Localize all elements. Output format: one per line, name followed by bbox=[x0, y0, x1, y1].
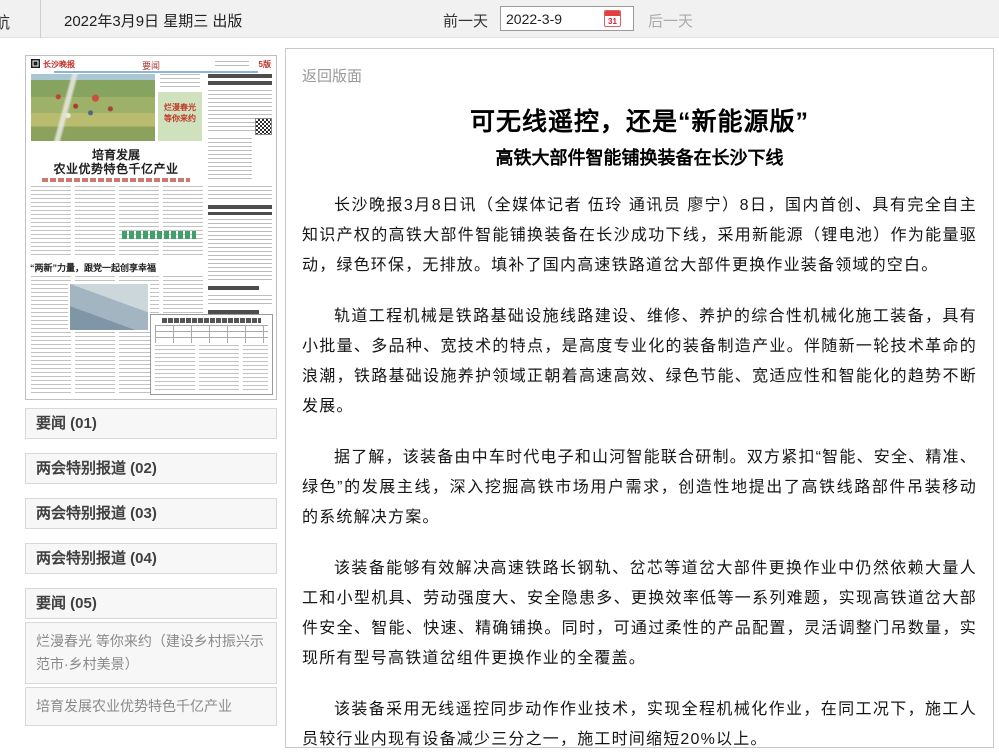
section-list: 要闻 (01) 两会特别报道 (02) 两会特别报道 (03) 两会特别报道 (04)… bbox=[25, 408, 277, 726]
notice-text bbox=[155, 345, 268, 393]
sidebar: 长沙晚报 要闻 5版 烂漫春光 等你来约 培育发展 bbox=[25, 55, 277, 726]
masthead-rule bbox=[54, 71, 258, 73]
top-toolbar: 航 2022年3月9日 星期三 出版 前一天 后一天 bbox=[0, 0, 999, 38]
previous-day-button[interactable]: 前一天 bbox=[443, 10, 488, 31]
article-body: 长沙晚报3月8日讯（全媒体记者 伍玲 通讯员 廖宁）8日，国内首创、具有完全自主… bbox=[302, 191, 977, 755]
body-columns-1 bbox=[31, 186, 204, 256]
promo-intro-text bbox=[160, 74, 200, 90]
front-page-thumbnail[interactable]: 长沙晚报 要闻 5版 烂漫春光 等你来约 培育发展 bbox=[25, 55, 277, 400]
green-series-label bbox=[122, 231, 196, 239]
right-headline-1 bbox=[208, 74, 272, 85]
headline-line-2: 农业优势特色千亿产业 bbox=[28, 162, 204, 176]
masthead-date-text bbox=[215, 61, 249, 68]
sidebar-article-link-2[interactable]: 培育发展农业优势特色千亿产业 bbox=[25, 687, 277, 726]
date-picker[interactable] bbox=[500, 6, 634, 31]
sidebar-section-2[interactable]: 两会特别报道 (02) bbox=[25, 453, 277, 484]
article-paragraph-5: 该装备采用无线遥控同步动作作业技术，实现全程机械化作业，在同工况下，施工人员较行… bbox=[302, 695, 977, 755]
promo-line-1: 烂漫春光 bbox=[158, 102, 202, 113]
promo-column: 烂漫春光 等你来约 bbox=[158, 74, 202, 141]
land-notice-box bbox=[150, 314, 273, 395]
right-text-3 bbox=[208, 186, 272, 202]
right-text-2 bbox=[208, 138, 252, 182]
headline-red-subtitle bbox=[42, 178, 190, 182]
right-headline-2 bbox=[208, 286, 259, 291]
qr-code bbox=[255, 118, 272, 135]
promo-banner: 烂漫春光 等你来约 bbox=[158, 92, 202, 141]
article-title: 可无线遥控，还是“新能源版” bbox=[302, 102, 977, 138]
right-text-5 bbox=[208, 295, 272, 307]
notice-title bbox=[162, 318, 261, 323]
right-headline-remote-control bbox=[208, 205, 272, 215]
thumbnail-second-headline: “两新”力量，跟党一起创享幸福 bbox=[30, 261, 160, 274]
article-panel: 返回版面 可无线遥控，还是“新能源版” 高铁大部件智能铺换装备在长沙下线 长沙晚… bbox=[285, 48, 994, 748]
publication-date-label: 2022年3月9日 星期三 出版 bbox=[64, 10, 242, 31]
sidebar-section-1[interactable]: 要闻 (01) bbox=[25, 408, 277, 439]
article-paragraph-1: 长沙晚报3月8日讯（全媒体记者 伍玲 通讯员 廖宁）8日，国内首创、具有完全自主… bbox=[302, 191, 977, 281]
worker-photo bbox=[68, 282, 150, 332]
article-paragraph-3: 据了解，该装备由中车时代电子和山河智能联合研制。双方紧扣“智能、安全、精准、绿色… bbox=[302, 443, 977, 533]
toolbar-divider bbox=[40, 0, 41, 38]
back-to-page-link[interactable]: 返回版面 bbox=[302, 65, 362, 86]
right-text-4 bbox=[208, 219, 272, 281]
article-subtitle: 高铁大部件智能铺换装备在长沙下线 bbox=[302, 144, 977, 170]
thumbnail-main-headline: 培育发展 农业优势特色千亿产业 bbox=[28, 148, 204, 176]
thumbnail-masthead: 长沙晚报 要闻 5版 bbox=[31, 59, 271, 70]
sidebar-article-link-1[interactable]: 烂漫春光 等你来约（建设乡村振兴示范市·乡村美景） bbox=[25, 622, 277, 684]
sidebar-section-3[interactable]: 两会特别报道 (03) bbox=[25, 498, 277, 529]
headline-line-1: 培育发展 bbox=[28, 148, 204, 162]
sidebar-section-4[interactable]: 两会特别报道 (04) bbox=[25, 543, 277, 574]
page-number-label: 5版 bbox=[259, 59, 271, 70]
sidebar-section-5[interactable]: 要闻 (05) bbox=[25, 588, 277, 619]
promo-line-2: 等你来约 bbox=[158, 113, 202, 124]
aerial-village-photo bbox=[31, 74, 155, 141]
notice-table bbox=[155, 325, 268, 343]
nav-text-fragment[interactable]: 航 bbox=[0, 9, 10, 33]
date-input[interactable] bbox=[504, 10, 604, 28]
next-day-button[interactable]: 后一天 bbox=[648, 10, 693, 31]
article-paragraph-4: 该装备能够有效解决高速铁路长钢轨、岔芯等道岔大部件更换作业中仍然依赖大量人工和小… bbox=[302, 554, 977, 674]
calendar-icon[interactable] bbox=[604, 10, 621, 27]
article-paragraph-2: 轨道工程机械是铁路基础设施线路建设、维修、养护的综合性机械化施工装备，具有小批量… bbox=[302, 302, 977, 422]
